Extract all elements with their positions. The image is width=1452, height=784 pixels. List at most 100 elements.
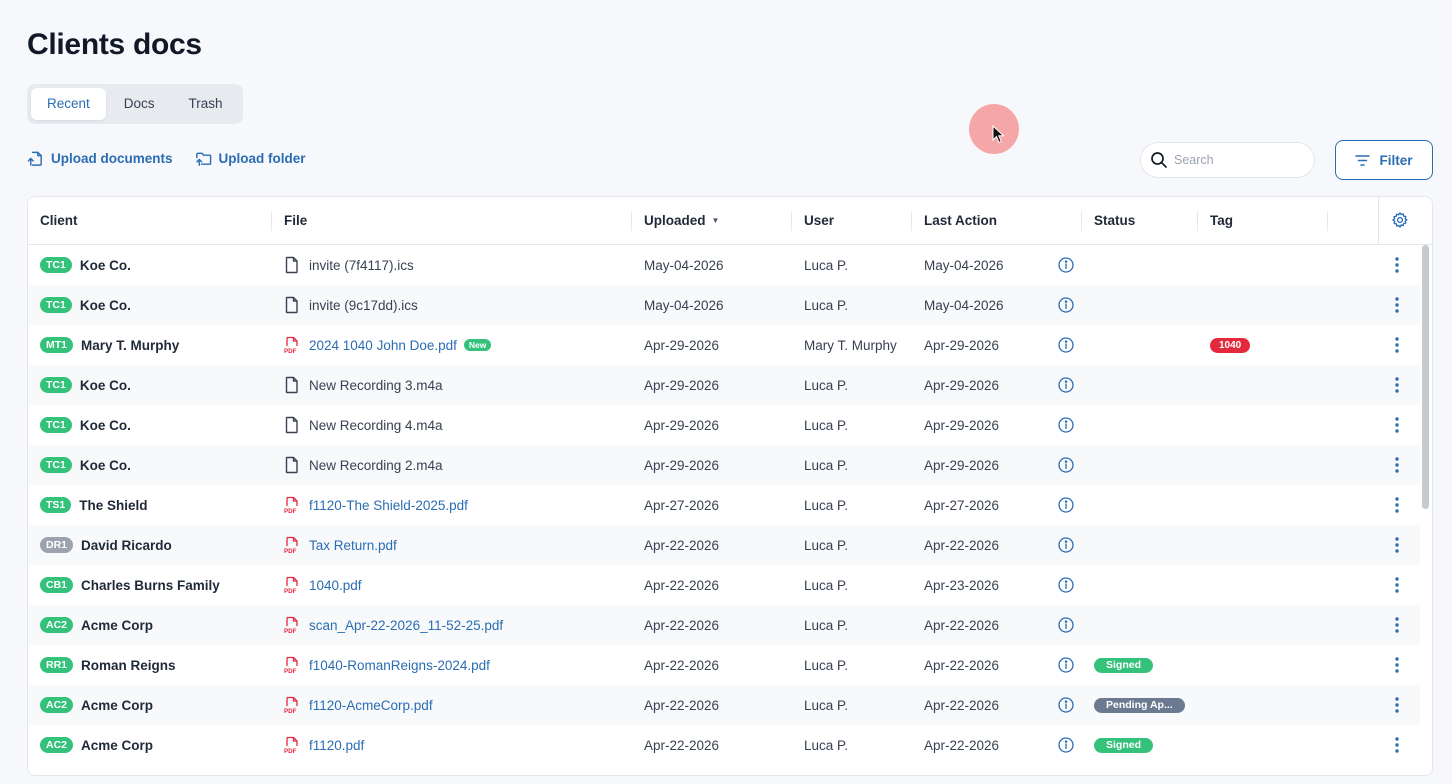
file-name-link[interactable]: f1120-The Shield-2025.pdf	[309, 498, 468, 513]
client-name[interactable]: Mary T. Murphy	[81, 338, 179, 353]
client-name[interactable]: The Shield	[79, 498, 147, 513]
file-name-link[interactable]: Tax Return.pdf	[309, 538, 397, 553]
client-name[interactable]: Acme Corp	[81, 738, 153, 753]
file-name-link[interactable]: f1120-AcmeCorp.pdf	[309, 698, 433, 713]
scrollbar-thumb[interactable]	[1422, 245, 1429, 509]
table-row[interactable]: TC1 Koe Co. New Recording 2.m4a Apr-29-2026…	[28, 445, 1420, 485]
tab-docs[interactable]: Docs	[108, 88, 171, 120]
upload-documents-button[interactable]: Upload documents	[27, 150, 173, 167]
client-name[interactable]: Koe Co.	[80, 458, 131, 473]
user-name: Luca P.	[804, 297, 849, 313]
header-file[interactable]: File	[284, 197, 307, 245]
header-status[interactable]: Status	[1094, 197, 1135, 245]
more-options-icon[interactable]	[1390, 736, 1404, 754]
info-icon[interactable]	[1058, 657, 1074, 673]
client-name[interactable]: David Ricardo	[81, 538, 172, 553]
more-options-icon[interactable]	[1390, 496, 1404, 514]
file-name-link[interactable]: f1040-RomanReigns-2024.pdf	[309, 658, 490, 673]
info-icon[interactable]	[1058, 377, 1074, 393]
client-cell: AC2 Acme Corp	[40, 685, 153, 725]
info-icon[interactable]	[1058, 577, 1074, 593]
more-options-icon[interactable]	[1390, 576, 1404, 594]
column-divider[interactable]	[791, 211, 792, 231]
client-name[interactable]: Koe Co.	[80, 298, 131, 313]
more-options-icon[interactable]	[1390, 336, 1404, 354]
file-name-link[interactable]: invite (7f4117).ics	[309, 258, 414, 273]
info-icon[interactable]	[1058, 417, 1074, 433]
file-name-link[interactable]: scan_Apr-22-2026_11-52-25.pdf	[309, 618, 503, 633]
table-row[interactable]: RR1 Roman Reigns PDF f1040-RomanReigns-2024…	[28, 645, 1420, 685]
more-options-icon[interactable]	[1390, 536, 1404, 554]
info-icon[interactable]	[1058, 337, 1074, 353]
more-options-icon[interactable]	[1390, 656, 1404, 674]
header-client[interactable]: Client	[40, 197, 78, 245]
user-name: Luca P.	[804, 617, 849, 633]
column-divider[interactable]	[271, 211, 272, 231]
client-name[interactable]: Acme Corp	[81, 618, 153, 633]
header-tag[interactable]: Tag	[1210, 197, 1233, 245]
search-box[interactable]	[1140, 142, 1315, 178]
info-icon[interactable]	[1058, 537, 1074, 553]
row-menu-cell	[1390, 725, 1404, 765]
client-name[interactable]: Koe Co.	[80, 378, 131, 393]
info-icon[interactable]	[1058, 297, 1074, 313]
table-row[interactable]: TC1 Koe Co. invite (9c17dd).ics May-04-2026…	[28, 285, 1420, 325]
more-options-icon[interactable]	[1390, 376, 1404, 394]
column-divider[interactable]	[631, 211, 632, 231]
table-row[interactable]: MT1 Mary T. Murphy PDF 2024 1040 John Doe.p…	[28, 325, 1420, 365]
table-row[interactable]: TC1 Koe Co. invite (7f4117).ics May-04-2026…	[28, 245, 1420, 285]
documents-table: Client File Uploaded ▼ User Last Action S…	[27, 196, 1433, 776]
info-icon[interactable]	[1058, 737, 1074, 753]
file-name-link[interactable]: f1120.pdf	[309, 738, 364, 753]
file-name-link[interactable]: 1040.pdf	[309, 578, 362, 593]
table-row[interactable]: TC1 Koe Co. New Recording 3.m4a Apr-29-2026…	[28, 365, 1420, 405]
header-user[interactable]: User	[804, 197, 834, 245]
more-options-icon[interactable]	[1390, 416, 1404, 434]
file-name-link[interactable]: invite (9c17dd).ics	[309, 298, 418, 313]
last-action-date: Apr-22-2026	[924, 737, 1000, 753]
client-name[interactable]: Acme Corp	[81, 698, 153, 713]
more-options-icon[interactable]	[1390, 616, 1404, 634]
info-icon[interactable]	[1058, 697, 1074, 713]
tab-trash[interactable]: Trash	[173, 88, 239, 120]
table-row[interactable]: AC2 Acme Corp PDF f1120-AcmeCorp.pdf Apr-22-…	[28, 685, 1420, 725]
client-name[interactable]: Koe Co.	[80, 418, 131, 433]
column-divider[interactable]	[1081, 211, 1082, 231]
more-options-icon[interactable]	[1390, 256, 1404, 274]
info-icon[interactable]	[1058, 257, 1074, 273]
more-options-icon[interactable]	[1390, 296, 1404, 314]
row-menu-cell	[1390, 605, 1404, 645]
file-name-link[interactable]: New Recording 3.m4a	[309, 378, 443, 393]
column-divider[interactable]	[1197, 211, 1198, 231]
filter-button[interactable]: Filter	[1335, 140, 1433, 180]
column-divider[interactable]	[1327, 211, 1328, 231]
info-icon[interactable]	[1058, 617, 1074, 633]
more-options-icon[interactable]	[1390, 696, 1404, 714]
search-input[interactable]	[1174, 153, 1304, 167]
file-name-link[interactable]: New Recording 2.m4a	[309, 458, 443, 473]
client-initials-badge: TC1	[40, 417, 72, 433]
client-name[interactable]: Charles Burns Family	[81, 578, 220, 593]
file-name-link[interactable]: New Recording 4.m4a	[309, 418, 443, 433]
table-row[interactable]: AC2 Acme Corp PDF f1120.pdf Apr-22-2026 Luca …	[28, 725, 1420, 765]
header-last-action[interactable]: Last Action	[924, 197, 997, 245]
info-icon[interactable]	[1058, 497, 1074, 513]
table-row[interactable]: DR1 David Ricardo PDF Tax Return.pdf Apr-22-…	[28, 525, 1420, 565]
table-row[interactable]: TS1 The Shield PDF f1120-The Shield-2025.pd…	[28, 485, 1420, 525]
table-row[interactable]: AC2 Acme Corp PDF scan_Apr-22-2026_11-52-25…	[28, 605, 1420, 645]
more-options-icon[interactable]	[1390, 456, 1404, 474]
vertical-scrollbar[interactable]	[1420, 245, 1432, 775]
info-icon[interactable]	[1058, 457, 1074, 473]
upload-folder-button[interactable]: Upload folder	[195, 150, 306, 167]
last-action-date: Apr-22-2026	[924, 697, 1000, 713]
table-row[interactable]: TC1 Koe Co. New Recording 4.m4a Apr-29-2026…	[28, 405, 1420, 445]
file-cell: New Recording 3.m4a	[284, 365, 443, 405]
column-settings-gear-icon[interactable]	[1391, 211, 1409, 229]
header-uploaded[interactable]: Uploaded ▼	[644, 197, 719, 245]
column-divider[interactable]	[911, 211, 912, 231]
file-name-link[interactable]: 2024 1040 John Doe.pdf	[309, 338, 457, 353]
client-name[interactable]: Roman Reigns	[81, 658, 176, 673]
table-row[interactable]: CB1 Charles Burns Family PDF 1040.pdf Apr-22…	[28, 565, 1420, 605]
tab-recent[interactable]: Recent	[31, 88, 106, 120]
client-name[interactable]: Koe Co.	[80, 258, 131, 273]
